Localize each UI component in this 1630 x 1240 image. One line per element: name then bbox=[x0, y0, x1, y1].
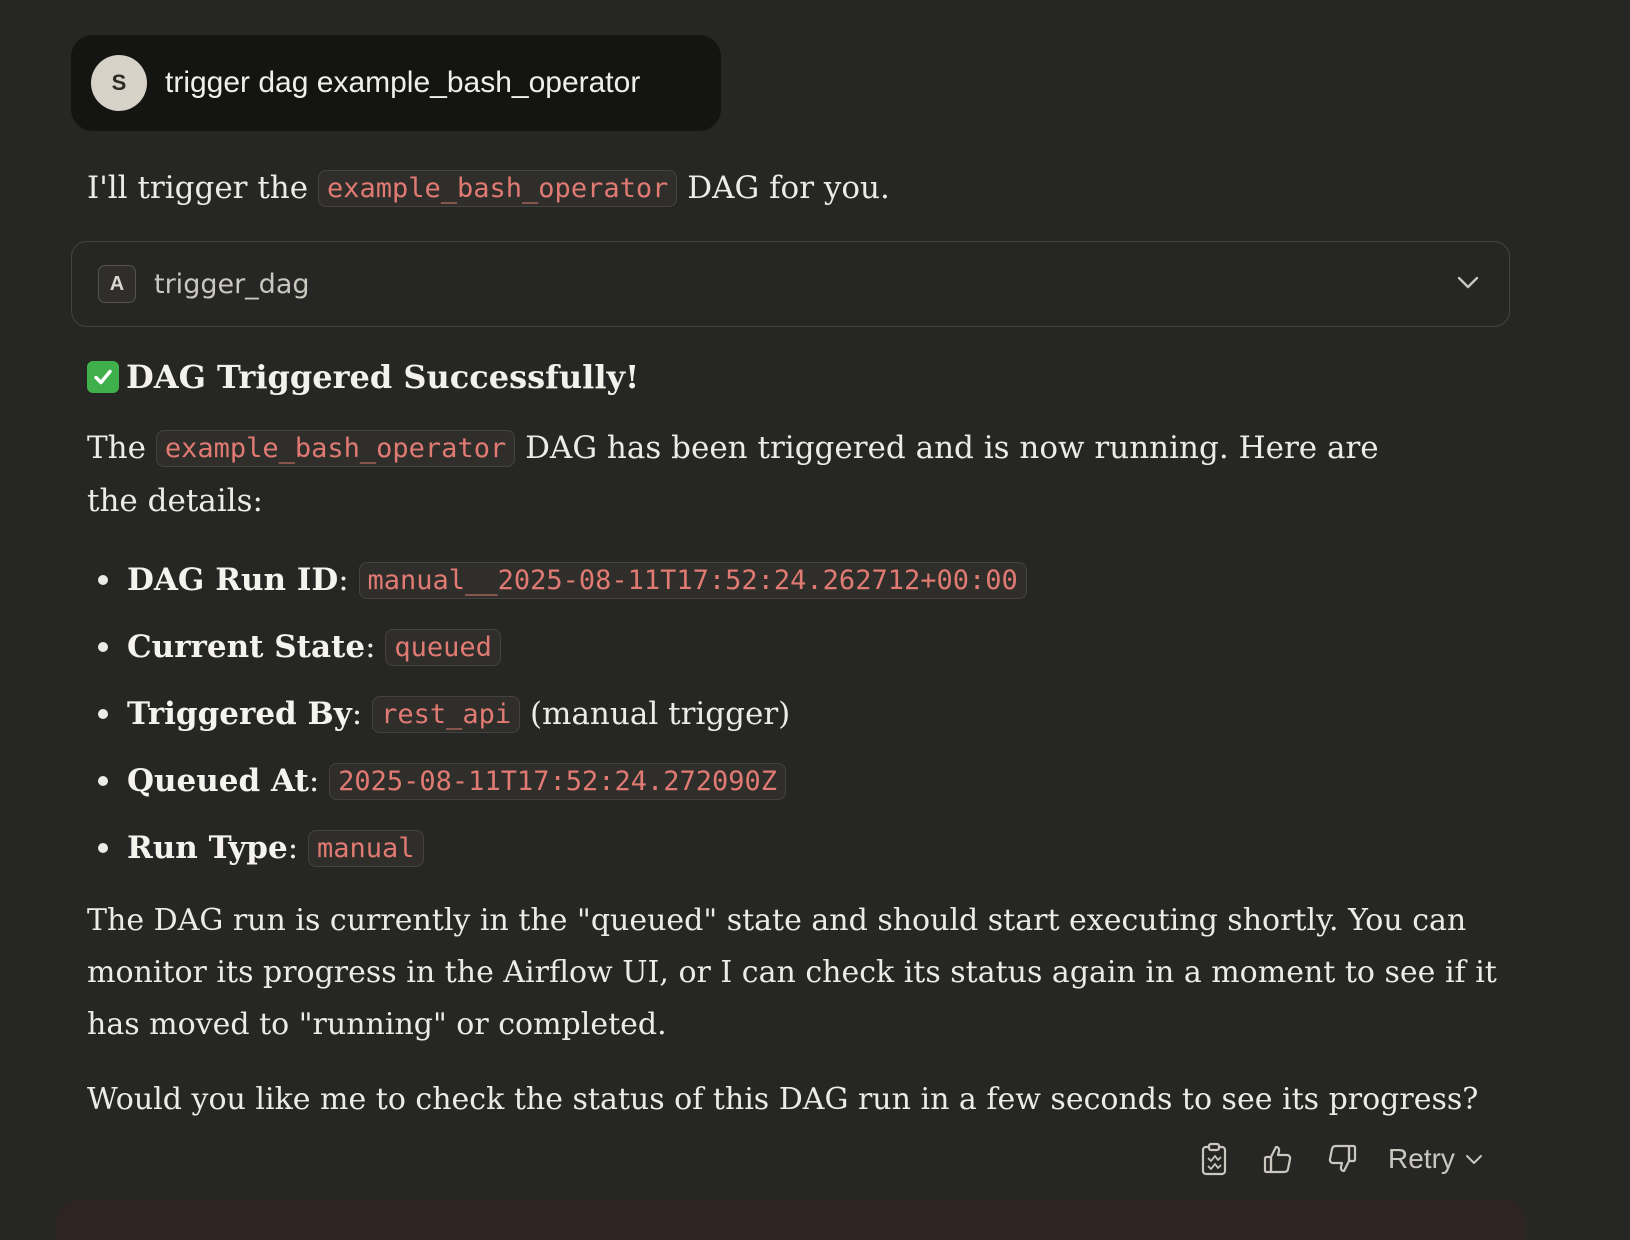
detail-triggered-by: Triggered By: rest_api (manual trigger) bbox=[87, 684, 1027, 751]
detail-label: Triggered By bbox=[127, 696, 352, 732]
detail-run-type: Run Type: manual bbox=[87, 818, 1027, 885]
retry-label: Retry bbox=[1388, 1143, 1455, 1174]
detail-label: DAG Run ID bbox=[127, 562, 339, 598]
retry-button[interactable]: Retry bbox=[1388, 1143, 1485, 1175]
user-avatar: S bbox=[91, 55, 147, 111]
user-message-bubble: S trigger dag example_bash_operator bbox=[71, 35, 721, 131]
detail-value: 2025-08-11T17:52:24.272090Z bbox=[329, 763, 787, 800]
intro-text-after: DAG for you. bbox=[677, 170, 890, 206]
detail-note: (manual trigger) bbox=[520, 696, 791, 732]
dag-id-code: example_bash_operator bbox=[155, 430, 516, 467]
like-button[interactable] bbox=[1254, 1135, 1302, 1183]
success-heading: DAG Triggered Successfully! bbox=[87, 352, 639, 402]
tool-name: trigger_dag bbox=[154, 268, 310, 300]
summary-text-before: The bbox=[87, 430, 156, 466]
summary-paragraph: The example_bash_operator DAG has been t… bbox=[87, 422, 1417, 528]
run-details-list: DAG Run ID: manual__2025-08-11T17:52:24.… bbox=[87, 550, 1027, 885]
assistant-intro: I'll trigger the example_bash_operator D… bbox=[87, 162, 890, 215]
intro-text-before: I'll trigger the bbox=[87, 170, 318, 206]
detail-label: Run Type bbox=[127, 830, 288, 866]
status-paragraph: The DAG run is currently in the "queued"… bbox=[87, 903, 1497, 1042]
detail-current-state: Current State: queued bbox=[87, 617, 1027, 684]
detail-value: manual__2025-08-11T17:52:24.262712+00:00 bbox=[358, 562, 1027, 599]
detail-run-id: DAG Run ID: manual__2025-08-11T17:52:24.… bbox=[87, 550, 1027, 617]
next-panel-edge bbox=[56, 1200, 1526, 1240]
message-actions: Retry bbox=[1190, 1135, 1485, 1183]
chevron-down-icon bbox=[1465, 1155, 1482, 1164]
chevron-down-icon[interactable] bbox=[1453, 268, 1483, 298]
check-mark-button-icon bbox=[87, 361, 119, 393]
tool-badge: A bbox=[98, 265, 136, 303]
tool-call-card[interactable]: A trigger_dag bbox=[71, 241, 1510, 327]
heading-text: DAG Triggered Successfully! bbox=[126, 358, 640, 396]
detail-label: Queued At bbox=[127, 763, 309, 799]
follow-up-question: Would you like me to check the status of… bbox=[87, 1082, 1479, 1117]
detail-label: Current State bbox=[127, 629, 366, 665]
thumbs-up-icon bbox=[1263, 1145, 1292, 1174]
detail-value: manual bbox=[308, 830, 424, 867]
thumbs-down-icon bbox=[1328, 1144, 1357, 1173]
clipboard-icon bbox=[1201, 1142, 1227, 1176]
dag-id-code: example_bash_operator bbox=[317, 170, 678, 207]
copy-button[interactable] bbox=[1190, 1135, 1238, 1183]
detail-value: queued bbox=[385, 629, 501, 666]
user-message-text: trigger dag example_bash_operator bbox=[165, 66, 641, 99]
detail-queued-at: Queued At: 2025-08-11T17:52:24.272090Z bbox=[87, 751, 1027, 818]
dislike-button[interactable] bbox=[1318, 1135, 1366, 1183]
detail-value: rest_api bbox=[372, 696, 521, 733]
